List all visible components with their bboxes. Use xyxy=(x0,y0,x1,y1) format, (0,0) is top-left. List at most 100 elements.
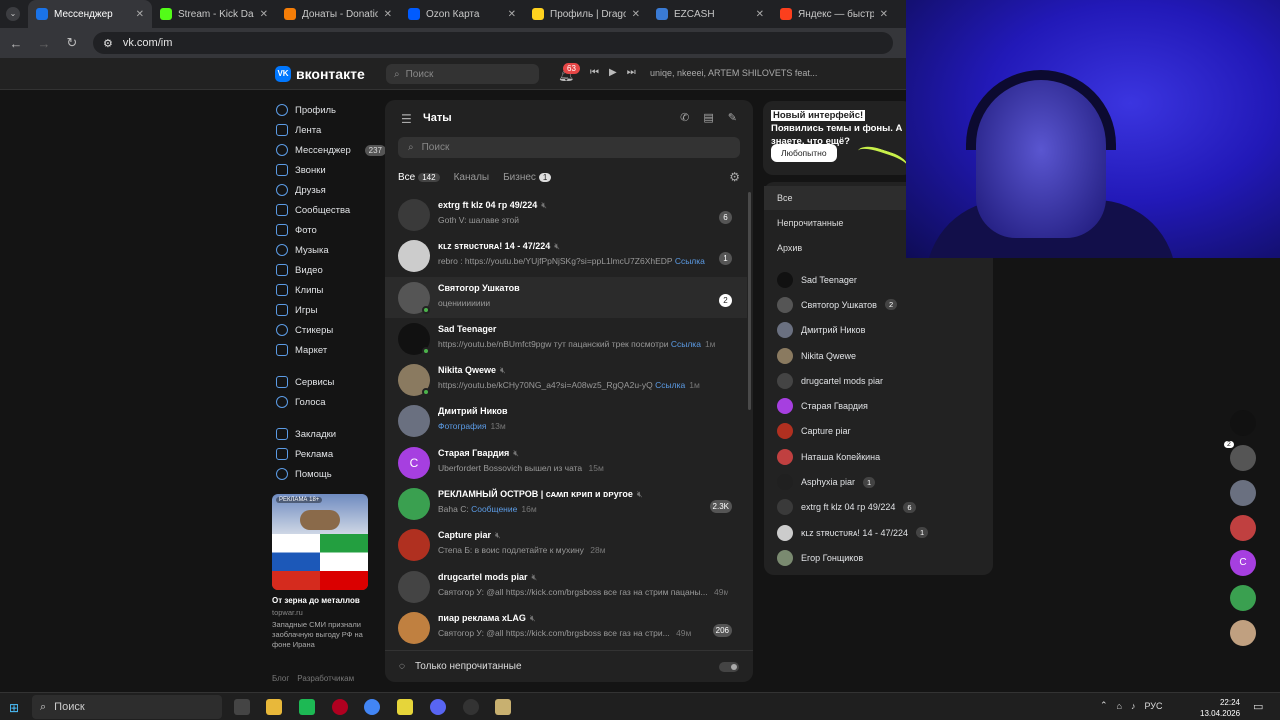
reload-icon[interactable]: ↻ xyxy=(65,35,79,51)
pinned-avatar[interactable] xyxy=(1230,410,1256,436)
chat-row[interactable]: РЕКЛАМНЫЙ ОСТРОВ | ᴄᴀʍп ᴋᴘᴎᴨ и ᴅᴘугое 🔇︎ B… xyxy=(385,483,747,524)
recent-contact-item[interactable]: Старая Гвардия xyxy=(764,393,993,418)
avatar[interactable]: С xyxy=(398,446,430,479)
volume-icon[interactable]: ♪ xyxy=(1131,701,1136,711)
chat-row[interactable]: Дмитрий Ников Фотография 13м xyxy=(385,400,747,441)
app-icon[interactable] xyxy=(332,699,348,715)
avatar[interactable] xyxy=(398,199,430,231)
compose-icon[interactable]: ✎ xyxy=(728,111,737,124)
chat-row[interactable]: Nikita Qwewe 🔇︎ https://youtu.be/kCHy70NG_… xyxy=(385,359,747,400)
unread-only-toggle[interactable] xyxy=(719,661,739,672)
recent-contact-item[interactable]: Sad Teenager xyxy=(764,267,993,292)
notification-icon[interactable]: ▭ xyxy=(1253,700,1263,713)
ad-block[interactable]: РЕКЛАМА 18+ От зерна до металлов topwar.… xyxy=(272,494,368,650)
avatar[interactable] xyxy=(398,529,430,562)
close-icon[interactable]: ✕ xyxy=(632,9,640,20)
call-icon[interactable]: ✆ xyxy=(680,111,689,124)
menu-item-bookmarks[interactable]: Закладки xyxy=(276,424,386,444)
archive-icon[interactable]: ▤ xyxy=(703,111,713,124)
store-icon[interactable] xyxy=(299,699,315,715)
tab-search-icon[interactable]: ⌄ xyxy=(6,7,20,21)
menu-item-profile[interactable]: Профиль xyxy=(276,100,386,120)
tab-messenger[interactable]: Мессенджер ✕ xyxy=(28,0,152,28)
avatar[interactable] xyxy=(398,611,430,644)
menu-item-ads[interactable]: Реклама xyxy=(276,444,386,464)
menu-icon[interactable]: ☰ xyxy=(401,112,412,126)
network-icon[interactable]: ⌂ xyxy=(1117,701,1122,711)
menu-item-feed[interactable]: Лента xyxy=(276,120,386,140)
header-search-input[interactable]: ⌕ Поиск xyxy=(386,64,539,84)
menu-item-photos[interactable]: Фото xyxy=(276,220,386,240)
recent-contact-item[interactable]: extrg ft klz 04 гр 49/224 6 xyxy=(764,495,993,520)
tab-dragon[interactable]: Профиль | Dragon M ✕ xyxy=(524,0,648,28)
footer-link-blog[interactable]: Блог xyxy=(272,674,289,683)
menu-item-communities[interactable]: Сообщества xyxy=(276,200,386,220)
curious-button[interactable]: Любопытно xyxy=(771,144,837,162)
vk-logo[interactable]: VK вконтакте xyxy=(275,66,365,82)
file-explorer-icon[interactable] xyxy=(266,699,282,715)
app-icon[interactable] xyxy=(495,699,511,715)
chat-row[interactable]: Capture piar 🔇︎ Степа Б: в воис подлетайте… xyxy=(385,524,747,565)
back-icon[interactable]: ← xyxy=(9,36,23,51)
ad-title[interactable]: От зерна до металлов xyxy=(272,596,368,605)
recent-contact-item[interactable]: Asphyxia piar 1 xyxy=(764,469,993,494)
recent-contact-item[interactable]: Nikita Qwewe xyxy=(764,343,993,368)
menu-item-messenger[interactable]: Мессенджер 237 xyxy=(276,140,386,160)
menu-item-friends[interactable]: Друзья xyxy=(276,180,386,200)
menu-item-market[interactable]: Маркет xyxy=(276,340,386,360)
taskbar-search[interactable]: ⌕ Поиск xyxy=(32,695,222,719)
tab-kick[interactable]: Stream - Kick Dashbo ✕ xyxy=(152,0,276,28)
task-view-icon[interactable] xyxy=(234,699,250,715)
discord-icon[interactable] xyxy=(430,699,446,715)
menu-item-music[interactable]: Музыка xyxy=(276,240,386,260)
avatar[interactable] xyxy=(398,488,430,521)
tab-ozon[interactable]: Ozon Карта ✕ xyxy=(400,0,524,28)
tab-yandex[interactable]: Яндекс — быстрый ✕ xyxy=(772,0,896,28)
tab-donationalerts[interactable]: Донаты - DonationAl ✕ xyxy=(276,0,400,28)
recent-contact-item[interactable]: Святогор Ушкатов 2 xyxy=(764,292,993,317)
settings-gear-icon[interactable]: ⚙ xyxy=(729,170,740,184)
recent-contact-item[interactable]: drugcartel mods piar xyxy=(764,368,993,393)
tab-business[interactable]: Бизнес 1 xyxy=(503,172,552,183)
menu-item-help[interactable]: Помощь xyxy=(276,464,386,484)
tab-all[interactable]: Все 142 xyxy=(398,172,440,183)
ad-image[interactable]: РЕКЛАМА 18+ xyxy=(272,494,368,590)
chat-row[interactable]: ᴋʟᴢ sᴛʀᴜᴄᴛᴜʀᴀ! 14 - 47/224 🔇︎ rebro : http… xyxy=(385,235,747,276)
close-icon[interactable]: ✕ xyxy=(260,9,268,20)
close-icon[interactable]: ✕ xyxy=(136,9,144,20)
pinned-avatar[interactable] xyxy=(1230,480,1256,506)
recent-contact-item[interactable]: Егор Гонщиков xyxy=(764,545,993,570)
recent-contact-item[interactable]: ᴋʟᴢ sᴛʀᴜᴄᴛᴜʀᴀ! 14 - 47/224 1 xyxy=(764,520,993,545)
pinned-avatar[interactable] xyxy=(1230,515,1256,541)
menu-item-video[interactable]: Видео xyxy=(276,260,386,280)
play-icon[interactable]: ▶ xyxy=(609,67,617,78)
chat-row[interactable]: Святогор Ушкатов оцениииииии 2 xyxy=(385,276,747,318)
close-icon[interactable]: ✕ xyxy=(880,9,888,20)
menu-item-games[interactable]: Игры xyxy=(276,300,386,320)
pinned-avatar[interactable] xyxy=(1230,620,1256,646)
chat-row[interactable]: extrg ft klz 04 гр 49/224 🔇︎ Goth V: шалав… xyxy=(385,194,747,235)
recent-contact-item[interactable]: Наташа Копейкина xyxy=(764,444,993,469)
menu-item-stickers[interactable]: Стикеры xyxy=(276,320,386,340)
next-track-icon[interactable]: ⏭ xyxy=(627,67,636,78)
avatar[interactable] xyxy=(398,405,430,438)
footer-link-developers[interactable]: Разработчикам xyxy=(297,674,354,683)
windows-start-icon[interactable]: ⊞ xyxy=(9,701,19,715)
avatar[interactable] xyxy=(398,240,430,273)
language-indicator[interactable]: РУС xyxy=(1144,701,1162,711)
chats-search-input[interactable]: ⌕ Поиск xyxy=(398,137,740,158)
recent-contact-item[interactable]: Дмитрий Ников xyxy=(764,318,993,343)
avatar[interactable] xyxy=(398,570,430,603)
app-icon[interactable] xyxy=(397,699,413,715)
menu-item-clips[interactable]: Клипы xyxy=(276,280,386,300)
ad-source[interactable]: topwar.ru xyxy=(272,608,368,617)
chevron-up-icon[interactable]: ⌃ xyxy=(1100,700,1108,711)
pinned-avatar[interactable]: C xyxy=(1230,550,1256,576)
menu-item-votes[interactable]: Голоса xyxy=(276,392,386,412)
forward-icon[interactable]: → xyxy=(37,36,51,51)
tab-ezcash[interactable]: EZCASH ✕ xyxy=(648,0,772,28)
menu-item-services[interactable]: Сервисы xyxy=(276,372,386,392)
chat-row[interactable]: Sad Teenager https://youtu.be/nBUmfct9pgw… xyxy=(385,318,747,359)
obs-icon[interactable] xyxy=(463,699,479,715)
close-icon[interactable]: ✕ xyxy=(384,9,392,20)
